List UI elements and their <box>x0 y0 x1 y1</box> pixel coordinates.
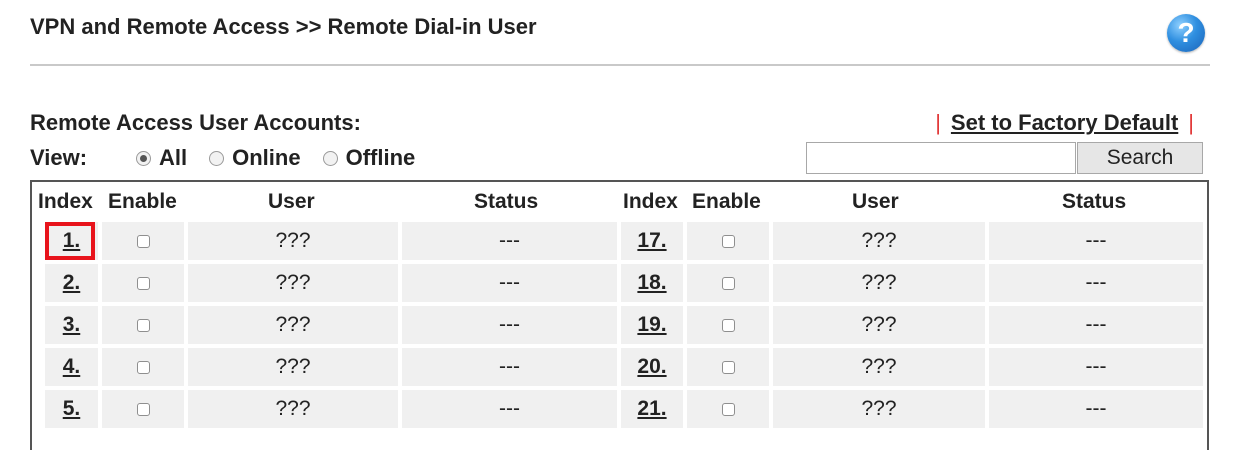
enable-cell <box>102 348 184 386</box>
factory-default-area: | Set to Factory Default | <box>925 110 1204 136</box>
row-index-link[interactable]: 1. <box>63 229 81 253</box>
user-cell: ??? <box>773 390 985 428</box>
user-cell: ??? <box>188 306 398 344</box>
header-index-left: Index <box>38 190 93 213</box>
enable-cell <box>102 264 184 302</box>
row-index-link[interactable]: 5. <box>63 397 81 421</box>
user-cell: ??? <box>188 348 398 386</box>
status-cell: --- <box>989 264 1203 302</box>
enable-checkbox[interactable] <box>721 360 735 374</box>
status-cell: --- <box>402 264 617 302</box>
header-status-left: Status <box>474 190 539 213</box>
header-index-right: Index <box>623 190 678 213</box>
status-cell: --- <box>989 306 1203 344</box>
header-status-right: Status <box>1062 190 1127 213</box>
enable-cell <box>687 348 769 386</box>
enable-checkbox[interactable] <box>721 318 735 332</box>
separator-right: | <box>1188 110 1194 135</box>
table-row-index-cell: 1. <box>45 222 98 260</box>
help-icon[interactable]: ? <box>1167 14 1205 52</box>
row-index-link[interactable]: 19. <box>637 313 666 337</box>
view-radio-all[interactable]: All <box>136 145 187 171</box>
enable-cell <box>687 306 769 344</box>
user-cell: ??? <box>773 264 985 302</box>
view-radio-offline[interactable]: Offline <box>322 145 416 171</box>
separator-left: | <box>935 110 941 135</box>
status-cell: --- <box>402 348 617 386</box>
view-radio-online[interactable]: Online <box>209 145 301 171</box>
enable-cell <box>687 390 769 428</box>
section-label: Remote Access User Accounts: <box>30 110 361 135</box>
table-row-index-cell: 19. <box>621 306 683 344</box>
user-cell: ??? <box>188 222 398 260</box>
user-cell: ??? <box>188 390 398 428</box>
table-row-index-cell: 4. <box>45 348 98 386</box>
enable-checkbox[interactable] <box>136 318 150 332</box>
view-filter: View: All Online Offline <box>30 145 437 171</box>
enable-checkbox[interactable] <box>721 276 735 290</box>
status-cell: --- <box>989 222 1203 260</box>
row-index-link[interactable]: 3. <box>63 313 81 337</box>
table-row-index-cell: 21. <box>621 390 683 428</box>
set-factory-default-link[interactable]: Set to Factory Default <box>951 110 1178 135</box>
status-cell: --- <box>989 390 1203 428</box>
status-cell: --- <box>989 348 1203 386</box>
enable-cell <box>102 222 184 260</box>
user-cell: ??? <box>188 264 398 302</box>
enable-cell <box>687 222 769 260</box>
page-title: VPN and Remote Access >> Remote Dial-in … <box>30 14 537 39</box>
row-index-link[interactable]: 20. <box>637 355 666 379</box>
radio-offline-icon[interactable] <box>322 150 338 166</box>
enable-checkbox[interactable] <box>136 234 150 248</box>
status-cell: --- <box>402 222 617 260</box>
table-row-index-cell: 20. <box>621 348 683 386</box>
user-accounts-table: Index Enable User Status Index Enable Us… <box>30 180 1209 450</box>
enable-checkbox[interactable] <box>136 402 150 416</box>
status-cell: --- <box>402 390 617 428</box>
header-enable-right: Enable <box>692 190 761 213</box>
row-index-link[interactable]: 21. <box>637 397 666 421</box>
user-cell: ??? <box>773 222 985 260</box>
table-row-index-cell: 2. <box>45 264 98 302</box>
header-enable-left: Enable <box>108 190 177 213</box>
table-row-index-cell: 18. <box>621 264 683 302</box>
enable-checkbox[interactable] <box>136 276 150 290</box>
enable-checkbox[interactable] <box>721 234 735 248</box>
table-row-index-cell: 5. <box>45 390 98 428</box>
radio-online-icon[interactable] <box>209 150 225 166</box>
header-divider <box>30 64 1210 66</box>
view-radio-offline-label: Offline <box>345 145 416 170</box>
table-row-index-cell: 3. <box>45 306 98 344</box>
user-cell: ??? <box>773 306 985 344</box>
status-cell: --- <box>402 306 617 344</box>
radio-all-icon[interactable] <box>136 150 151 166</box>
search-button[interactable]: Search <box>1077 142 1203 174</box>
row-index-link[interactable]: 4. <box>63 355 81 379</box>
header-user-right: User <box>852 190 899 213</box>
row-index-link[interactable]: 18. <box>637 271 666 295</box>
enable-cell <box>687 264 769 302</box>
header-user-left: User <box>268 190 315 213</box>
table-row-index-cell: 17. <box>621 222 683 260</box>
row-index-link[interactable]: 17. <box>637 229 666 253</box>
user-cell: ??? <box>773 348 985 386</box>
view-label: View: <box>30 145 88 170</box>
enable-cell <box>102 306 184 344</box>
view-radio-all-label: All <box>159 145 188 170</box>
enable-checkbox[interactable] <box>136 360 150 374</box>
enable-checkbox[interactable] <box>721 402 735 416</box>
row-index-link[interactable]: 2. <box>63 271 81 295</box>
view-radio-online-label: Online <box>232 145 301 170</box>
enable-cell <box>102 390 184 428</box>
search-input[interactable] <box>806 142 1076 174</box>
